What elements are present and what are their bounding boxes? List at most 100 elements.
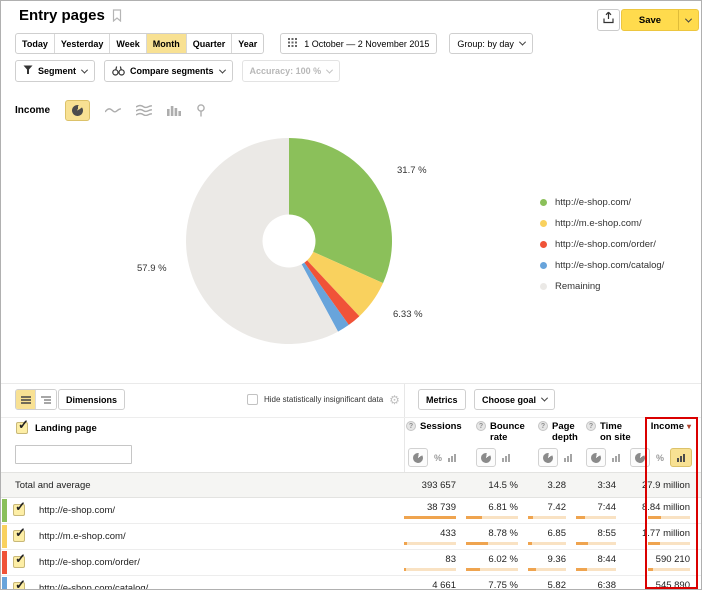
mini-bar (648, 568, 690, 571)
help-icon[interactable]: ? (586, 421, 596, 431)
income-donut-svg[interactable] (184, 136, 394, 346)
tab-yesterday[interactable]: Yesterday (55, 34, 111, 53)
pie-view-button[interactable] (408, 448, 428, 467)
legend-dot (540, 199, 547, 206)
donut-slice[interactable] (289, 138, 392, 283)
view-tree-button[interactable] (36, 390, 56, 409)
row-url[interactable]: http://e-shop.com/catalog/ (39, 576, 148, 590)
row-checkbox[interactable] (13, 504, 25, 516)
group-by-button[interactable]: Group: by day (449, 33, 533, 54)
legend-dot (540, 283, 547, 290)
pie-view-button[interactable] (538, 448, 558, 467)
help-icon[interactable]: ? (538, 421, 548, 431)
legend-item[interactable]: http://e-shop.com/ (540, 197, 664, 208)
pie-view-button[interactable] (630, 448, 650, 467)
chart-type-line-button[interactable] (105, 105, 121, 115)
help-icon[interactable]: ? (406, 421, 416, 431)
column-header-page-depth[interactable]: ? Page depth (538, 421, 584, 443)
app-window: Entry pages Save Today Yesterday Week Mo… (0, 0, 702, 590)
compare-segments-label: Compare segments (130, 66, 214, 76)
bars-view-button[interactable] (564, 454, 572, 462)
percent-view-button[interactable]: % (434, 453, 442, 463)
row-url[interactable]: http://e-shop.com/order/ (39, 550, 140, 575)
metrics-button[interactable]: Metrics (418, 389, 466, 410)
select-all-checkbox[interactable] (16, 422, 28, 434)
date-range-button[interactable]: 1 October — 2 November 2015 (280, 33, 437, 54)
mini-bar (466, 542, 518, 545)
bars-view-button[interactable] (448, 454, 456, 462)
bars-view-button-active[interactable] (670, 448, 692, 467)
row-checkbox[interactable] (13, 530, 25, 542)
segment-toolbar: Segment Compare segments Accuracy: 100 % (15, 60, 349, 82)
chart-type-pie-button[interactable] (65, 100, 90, 121)
chevron-down-icon (519, 39, 526, 46)
segment-button[interactable]: Segment (15, 60, 95, 82)
save-button[interactable]: Save (621, 9, 699, 31)
bookmark-icon[interactable] (112, 9, 122, 22)
hide-insignificant-checkbox[interactable] (247, 394, 258, 405)
depth-display-options (538, 447, 572, 468)
mini-bar (528, 568, 566, 571)
period-tabs: Today Yesterday Week Month Quarter Year (15, 33, 264, 54)
row-color-strip (2, 525, 7, 548)
legend-item[interactable]: http://e-shop.com/order/ (540, 239, 664, 250)
pie-chart-icon (480, 452, 492, 464)
calendar-icon (288, 38, 304, 50)
column-header-sessions[interactable]: ? Sessions (406, 421, 462, 432)
pie-chart-icon (542, 452, 554, 464)
pie-view-button[interactable] (586, 448, 606, 467)
column-header-bounce-rate[interactable]: ? Bounce rate (476, 421, 526, 443)
bars-view-button[interactable] (502, 454, 510, 462)
sessions-display-options: % (408, 447, 456, 468)
tab-today[interactable]: Today (16, 34, 55, 53)
binoculars-icon (112, 65, 130, 78)
tree-view-icon (41, 396, 51, 404)
pie-chart-icon (590, 452, 602, 464)
segment-label: Segment (38, 66, 76, 76)
chart-type-stacked-button[interactable] (136, 104, 152, 116)
column-chart-icon (167, 105, 181, 116)
tab-quarter[interactable]: Quarter (187, 34, 233, 53)
export-button[interactable] (597, 9, 620, 31)
gear-icon[interactable]: ⚙ (389, 394, 400, 406)
legend-item[interactable]: http://e-shop.com/catalog/ (540, 260, 664, 271)
save-menu-chevron[interactable] (679, 10, 698, 30)
total-row: Total and average 393 657 14.5 % 3.28 3:… (1, 472, 702, 498)
accuracy-label: Accuracy: 100 % (250, 66, 322, 76)
column-header-income[interactable]: Income ▾ (624, 421, 691, 432)
chart-type-columns-button[interactable] (167, 105, 181, 116)
landing-page-filter-input[interactable] (15, 445, 132, 464)
row-checkbox[interactable] (13, 582, 25, 590)
chevron-down-icon (541, 395, 548, 402)
tab-year[interactable]: Year (232, 34, 263, 53)
table-row: http://e-shop.com/catalog/ 4 661 7.75 % … (1, 576, 702, 590)
accuracy-dropdown[interactable]: Accuracy: 100 % (242, 60, 341, 82)
legend-item[interactable]: http://m.e-shop.com/ (540, 218, 664, 229)
legend-item[interactable]: Remaining (540, 281, 664, 292)
bars-view-button[interactable] (612, 454, 620, 462)
chart-type-map-button[interactable] (196, 104, 206, 117)
chevron-down-icon (81, 66, 88, 73)
line-chart-icon (105, 105, 121, 115)
row-color-strip (2, 551, 7, 574)
row-checkbox[interactable] (13, 556, 25, 568)
pie-view-button[interactable] (476, 448, 496, 467)
view-list-button[interactable] (16, 390, 36, 409)
row-url[interactable]: http://e-shop.com/ (39, 498, 115, 523)
mini-bar (404, 568, 456, 571)
row-url[interactable]: http://m.e-shop.com/ (39, 524, 126, 549)
dimensions-button[interactable]: Dimensions (58, 389, 125, 410)
chevron-down-icon (685, 15, 692, 22)
compare-segments-button[interactable]: Compare segments (104, 60, 233, 82)
bounce-display-options (476, 447, 510, 468)
legend-dot (540, 262, 547, 269)
tab-week[interactable]: Week (110, 34, 146, 53)
choose-goal-button[interactable]: Choose goal (474, 389, 555, 410)
tab-month[interactable]: Month (147, 34, 187, 53)
help-icon[interactable]: ? (476, 421, 486, 431)
mini-bar (528, 542, 566, 545)
table-row: http://e-shop.com/ 38 739 6.81 % 7.42 7:… (1, 498, 702, 524)
save-button-label[interactable]: Save (622, 10, 678, 30)
percent-view-button[interactable]: % (656, 453, 664, 463)
list-view-icon (21, 396, 31, 404)
